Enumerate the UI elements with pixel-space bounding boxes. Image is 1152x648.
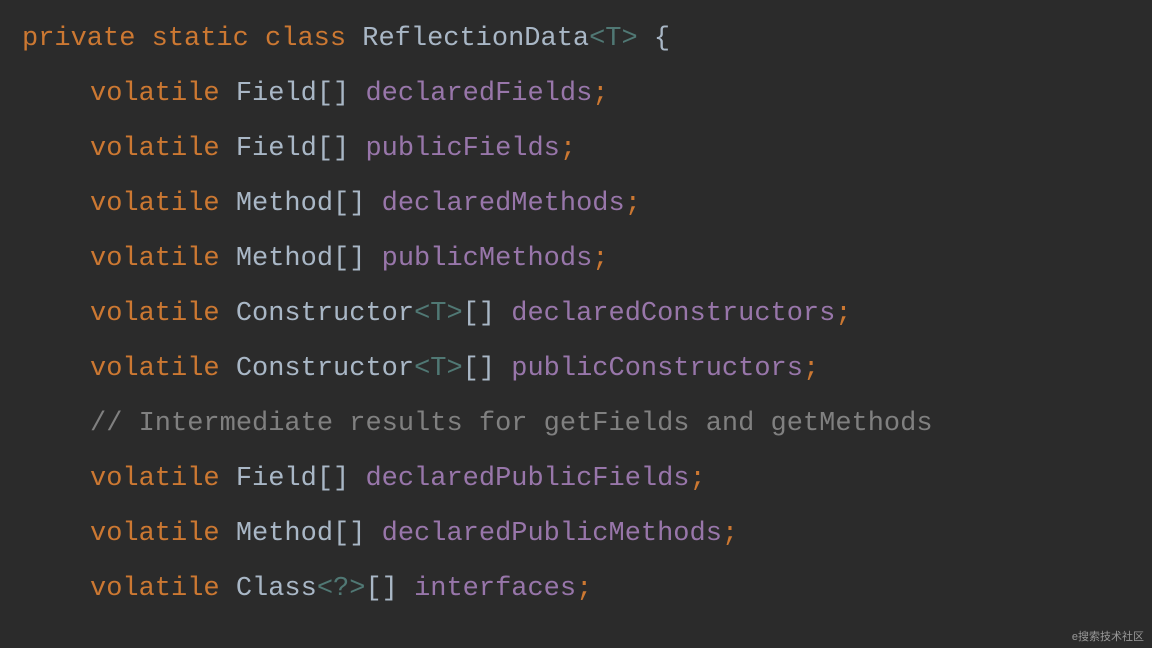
type-name: Field xyxy=(236,464,317,494)
code-line: volatile Field[] publicFields; xyxy=(22,122,1152,177)
class-name: ReflectionData xyxy=(362,24,589,54)
code-line: // Intermediate results for getFields an… xyxy=(22,397,1152,452)
generic-param: <?> xyxy=(317,574,366,604)
code-line: volatile Class<?>[] interfaces; xyxy=(22,562,1152,617)
field-name: declaredConstructors xyxy=(511,299,835,329)
type-name: Class xyxy=(236,574,317,604)
code-line: volatile Method[] declaredPublicMethods; xyxy=(22,507,1152,562)
semicolon: ; xyxy=(592,244,608,274)
generic-param: <T> xyxy=(414,354,463,384)
type-name: Method xyxy=(236,189,333,219)
semicolon: ; xyxy=(592,79,608,109)
array-brackets: [] xyxy=(317,134,349,164)
keyword-volatile: volatile xyxy=(90,464,220,494)
semicolon: ; xyxy=(835,299,851,329)
semicolon: ; xyxy=(560,134,576,164)
array-brackets: [] xyxy=(333,244,365,274)
type-name: Field xyxy=(236,79,317,109)
type-name: Method xyxy=(236,244,333,274)
field-name: publicFields xyxy=(365,134,559,164)
type-name: Field xyxy=(236,134,317,164)
watermark: e搜索技术社区 xyxy=(1072,628,1144,644)
code-line: volatile Constructor<T>[] publicConstruc… xyxy=(22,342,1152,397)
keyword-volatile: volatile xyxy=(90,244,220,274)
type-name: Method xyxy=(236,519,333,549)
keyword-volatile: volatile xyxy=(90,79,220,109)
keyword-volatile: volatile xyxy=(90,574,220,604)
open-brace: { xyxy=(654,24,670,54)
field-name: publicMethods xyxy=(382,244,593,274)
array-brackets: [] xyxy=(317,79,349,109)
semicolon: ; xyxy=(722,519,738,549)
array-brackets: [] xyxy=(365,574,397,604)
keyword-volatile: volatile xyxy=(90,354,220,384)
array-brackets: [] xyxy=(463,299,495,329)
field-name: declaredFields xyxy=(365,79,592,109)
field-name: declaredMethods xyxy=(382,189,625,219)
semicolon: ; xyxy=(576,574,592,604)
keyword-private: private xyxy=(22,24,135,54)
field-name: declaredPublicMethods xyxy=(382,519,722,549)
keyword-volatile: volatile xyxy=(90,519,220,549)
keyword-class: class xyxy=(265,24,346,54)
type-name: Constructor xyxy=(236,299,414,329)
semicolon: ; xyxy=(625,189,641,219)
array-brackets: [] xyxy=(463,354,495,384)
array-brackets: [] xyxy=(333,189,365,219)
field-name: declaredPublicFields xyxy=(365,464,689,494)
generic-param: <T> xyxy=(414,299,463,329)
code-line: volatile Field[] declaredFields; xyxy=(22,67,1152,122)
code-line: private static class ReflectionData<T> { xyxy=(22,12,1152,67)
comment: // Intermediate results for getFields an… xyxy=(90,409,933,439)
keyword-volatile: volatile xyxy=(90,189,220,219)
code-line: volatile Field[] declaredPublicFields; xyxy=(22,452,1152,507)
code-line: volatile Method[] publicMethods; xyxy=(22,232,1152,287)
keyword-volatile: volatile xyxy=(90,299,220,329)
generic-param: <T> xyxy=(589,24,638,54)
code-line: volatile Method[] declaredMethods; xyxy=(22,177,1152,232)
type-name: Constructor xyxy=(236,354,414,384)
array-brackets: [] xyxy=(333,519,365,549)
field-name: publicConstructors xyxy=(511,354,803,384)
keyword-volatile: volatile xyxy=(90,134,220,164)
array-brackets: [] xyxy=(317,464,349,494)
keyword-static: static xyxy=(152,24,249,54)
semicolon: ; xyxy=(803,354,819,384)
semicolon: ; xyxy=(690,464,706,494)
field-name: interfaces xyxy=(414,574,576,604)
code-editor[interactable]: private static class ReflectionData<T> {… xyxy=(22,12,1152,617)
code-line: volatile Constructor<T>[] declaredConstr… xyxy=(22,287,1152,342)
